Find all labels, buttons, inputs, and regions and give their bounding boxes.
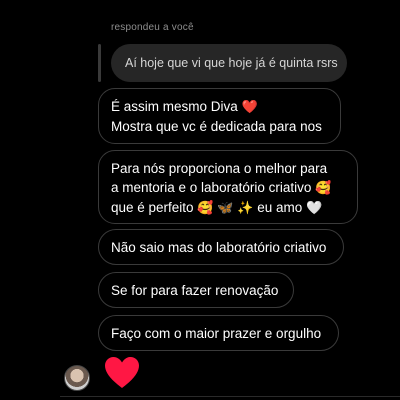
message-bubble[interactable]: É assim mesmo Diva ❤️ Mostra que vc é de… xyxy=(98,88,341,144)
sparkles-emoji: ✨ xyxy=(237,201,254,216)
message-line: É assim mesmo Diva ❤️ xyxy=(111,99,258,115)
smiling-hearts-emoji: 🥰 xyxy=(197,201,214,216)
message-line: Mostra que vc é dedicada para nos xyxy=(111,119,322,134)
message-line: a mentoria e o laboratório criativo 🥰 xyxy=(111,180,332,196)
message-bubble[interactable]: Para nós proporciona o melhor para a men… xyxy=(98,150,358,224)
message-input-edge xyxy=(60,396,400,400)
butterfly-emoji: 🦋 xyxy=(217,201,234,216)
message-line: que é perfeito 🥰 🦋 ✨ eu amo 🤍 xyxy=(111,200,323,216)
message-bubble[interactable]: Não saio mas do laboratório criativo xyxy=(98,229,344,265)
reply-label: respondeu a você xyxy=(111,22,194,33)
message-bubble[interactable]: Se for para fazer renovação xyxy=(98,272,294,308)
message-line: Faço com o maior prazer e orgulho xyxy=(111,325,322,341)
avatar[interactable] xyxy=(64,365,90,391)
quoted-message[interactable]: Aí hoje que vi que hoje já é quinta rsrs xyxy=(111,44,347,82)
chat-screen: respondeu a você Aí hoje que vi que hoje… xyxy=(0,0,400,400)
reply-indicator-bar xyxy=(98,44,101,82)
message-line: Não saio mas do laboratório criativo xyxy=(111,239,327,255)
white-heart-emoji: 🤍 xyxy=(305,201,323,216)
message-line: Se for para fazer renovação xyxy=(111,282,279,298)
smiling-hearts-emoji: 🥰 xyxy=(315,181,332,196)
heart-icon[interactable] xyxy=(104,356,140,390)
message-line: Para nós proporciona o melhor para xyxy=(111,161,328,176)
message-bubble[interactable]: Faço com o maior prazer e orgulho xyxy=(98,315,339,351)
red-heart-emoji: ❤️ xyxy=(241,100,258,115)
